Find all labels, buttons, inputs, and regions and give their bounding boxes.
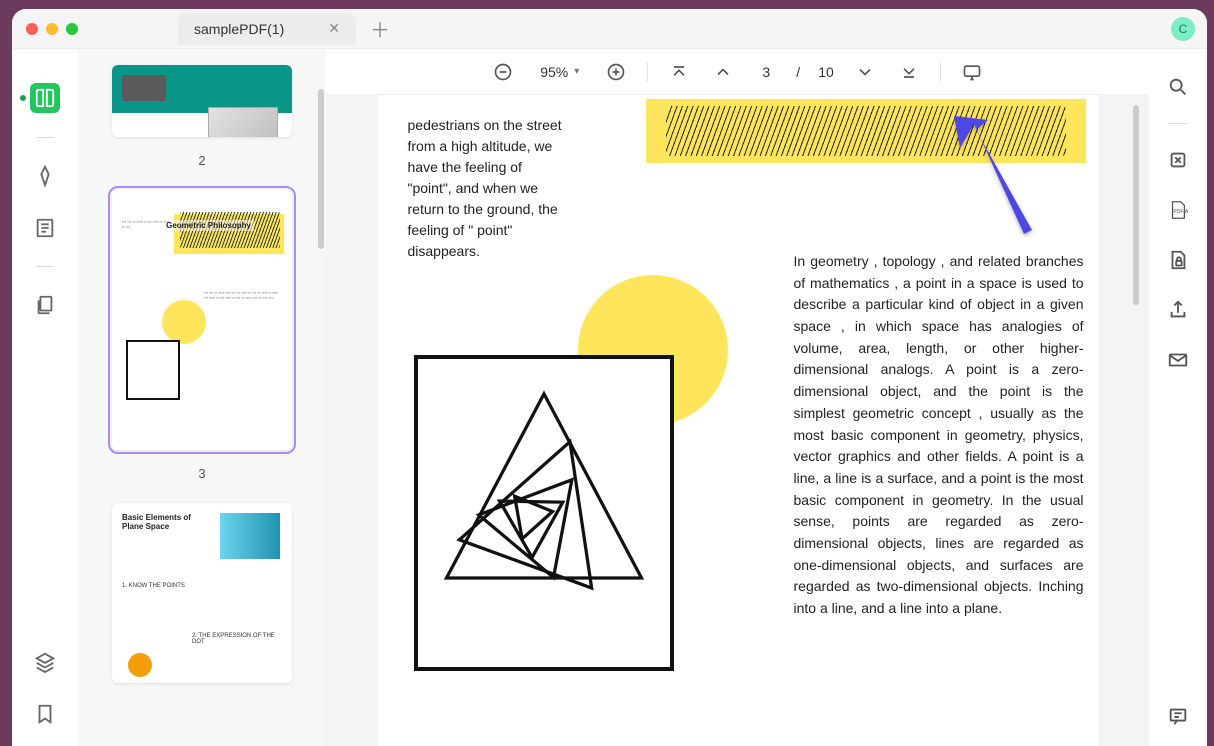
thumbnail-page-3[interactable]: Geometric Philosophy ▪▪▪ ▪▪▪ ▪▪ ▪▪▪▪ ▪▪ … (112, 190, 292, 450)
new-tab-button[interactable]: ＋ (370, 14, 390, 43)
highlighter-tool-button[interactable] (31, 162, 59, 190)
layers-icon (34, 651, 56, 673)
document-page: pedestrians on the street from a high al… (378, 95, 1098, 746)
tab-title: samplePDF(1) (194, 21, 284, 37)
zoom-level-dropdown[interactable]: 95% ▾ (534, 64, 585, 80)
document-tab[interactable]: samplePDF(1) ✕ (178, 13, 356, 45)
titlebar: samplePDF(1) ✕ ＋ C (12, 9, 1207, 49)
page-paragraph-2: In geometry , topology , and related bra… (794, 251, 1084, 620)
zoom-in-button[interactable] (603, 59, 629, 85)
thumbnail-scrollbar[interactable] (318, 89, 324, 249)
next-page-button[interactable] (852, 59, 878, 85)
pages-tool-button[interactable] (31, 291, 59, 319)
protect-button[interactable] (1164, 246, 1192, 274)
highlighter-icon (34, 165, 56, 187)
reader-mode-button[interactable] (30, 83, 60, 113)
chevron-down-icon: ▾ (574, 66, 579, 77)
app-window: samplePDF(1) ✕ ＋ C (12, 9, 1207, 746)
page-viewport[interactable]: pedestrians on the street from a high al… (326, 95, 1149, 746)
share-button[interactable] (1164, 296, 1192, 324)
main-area: Reader ⌘` 2 (12, 49, 1207, 746)
first-page-button[interactable] (666, 59, 692, 85)
close-window-button[interactable] (26, 23, 38, 35)
chevron-up-icon (713, 62, 733, 82)
divider (36, 137, 54, 138)
current-page-input[interactable] (754, 64, 778, 80)
toolbar-separator (940, 62, 941, 82)
thumbnail-label: 2 (198, 153, 205, 168)
annotations-tool-button[interactable] (31, 214, 59, 242)
page-separator: / (796, 64, 800, 80)
pages-icon (34, 294, 56, 316)
divider (1169, 123, 1187, 124)
email-button[interactable] (1164, 346, 1192, 374)
bookmark-icon (34, 703, 56, 725)
rotate-button[interactable] (1164, 146, 1192, 174)
maximize-window-button[interactable] (66, 23, 78, 35)
layers-button[interactable] (31, 648, 59, 676)
spiral-graphic (434, 383, 654, 643)
chevron-down-icon (855, 62, 875, 82)
chevron-up-bar-icon (669, 62, 689, 82)
pdfa-icon: PDF/A (1167, 199, 1189, 221)
thumbnail-label: 3 (198, 466, 205, 481)
presentation-icon (962, 62, 982, 82)
thumbnail-page-2[interactable] (112, 65, 292, 137)
svg-text:PDF/A: PDF/A (1173, 209, 1188, 215)
thumbnail-panel[interactable]: 2 Geometric Philosophy ▪▪▪ ▪▪▪ ▪▪ ▪▪▪▪ ▪… (78, 49, 326, 746)
zoom-out-button[interactable] (490, 59, 516, 85)
thumbnail-page-4[interactable]: Basic Elements of Plane Space 1. KNOW TH… (112, 503, 292, 683)
last-page-button[interactable] (896, 59, 922, 85)
close-tab-button[interactable]: ✕ (328, 20, 340, 37)
search-icon (1167, 76, 1189, 98)
content-area: 95% ▾ / 10 (326, 49, 1149, 746)
note-text-icon (34, 217, 56, 239)
page-scrollbar[interactable] (1133, 105, 1139, 305)
chevron-down-bar-icon (899, 62, 919, 82)
divider (36, 266, 54, 267)
file-lock-icon (1167, 249, 1189, 271)
page-banner-graphic (646, 99, 1086, 163)
presentation-mode-button[interactable] (959, 59, 985, 85)
pdfa-button[interactable]: PDF/A (1164, 196, 1192, 224)
book-open-icon (34, 87, 56, 109)
plus-circle-icon (606, 62, 626, 82)
left-sidebar: Reader ⌘` (12, 49, 78, 746)
status-dot (20, 95, 26, 101)
mail-icon (1167, 349, 1189, 371)
right-sidebar: PDF/A (1149, 49, 1207, 746)
share-icon (1167, 299, 1189, 321)
comments-button[interactable] (1164, 702, 1192, 730)
window-controls (26, 23, 78, 35)
minus-circle-icon (493, 62, 513, 82)
rotate-icon (1167, 149, 1189, 171)
page-spiral-image (414, 355, 674, 671)
viewer-toolbar: 95% ▾ / 10 (326, 49, 1149, 95)
comment-icon (1167, 705, 1189, 727)
toolbar-separator (647, 62, 648, 82)
search-button[interactable] (1164, 73, 1192, 101)
total-pages: 10 (818, 64, 834, 80)
previous-page-button[interactable] (710, 59, 736, 85)
user-avatar[interactable]: C (1171, 17, 1195, 41)
page-paragraph-1: pedestrians on the street from a high al… (408, 115, 568, 262)
minimize-window-button[interactable] (46, 23, 58, 35)
bookmarks-button[interactable] (31, 700, 59, 728)
